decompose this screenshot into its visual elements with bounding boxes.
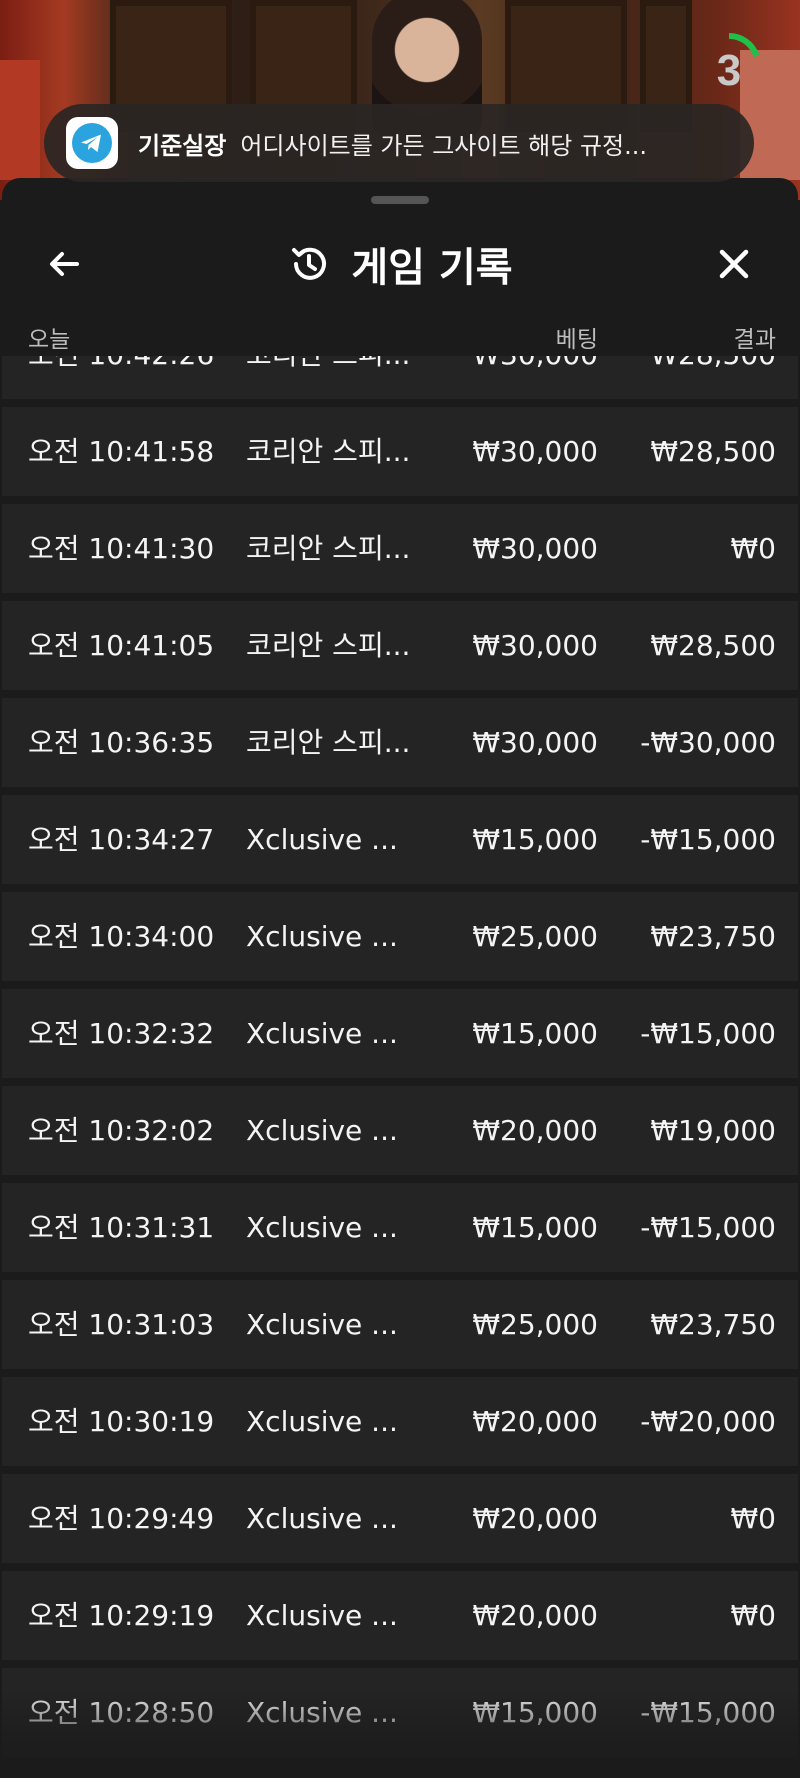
- game-history-sheet: 게임 기록 오전 10:42:26코리안 스피...₩30,000₩28,500…: [2, 178, 798, 1778]
- telegram-icon: [66, 117, 118, 169]
- row-result-amount: ₩23,750: [650, 920, 776, 953]
- row-game-name: 코리안 스피...: [246, 532, 411, 565]
- row-time: 오전 10:41:30: [28, 532, 215, 565]
- row-game-name: 코리안 스피...: [246, 726, 411, 759]
- row-result-amount: ₩28,500: [650, 435, 776, 468]
- row-time: 오전 10:32:02: [28, 1114, 215, 1147]
- title-group: 게임 기록: [2, 234, 798, 294]
- row-time: 오전 10:41:58: [28, 435, 215, 468]
- notification-message: 어디사이트를 가든 그사이트 해당 규정...: [240, 131, 648, 160]
- row-game-name: Xclusive ...: [246, 1599, 398, 1632]
- row-result-amount: -₩15,000: [640, 1017, 776, 1050]
- row-bet-amount: ₩15,000: [472, 1696, 598, 1729]
- row-bet-amount: ₩20,000: [472, 1599, 598, 1632]
- row-result-amount: ₩0: [730, 1502, 777, 1535]
- row-game-name: 코리안 스피...: [246, 435, 411, 468]
- column-bet: 베팅: [555, 327, 598, 353]
- row-bet-amount: ₩15,000: [472, 1017, 598, 1050]
- row-result-amount: -₩15,000: [640, 1211, 776, 1244]
- row-game-name: Xclusive ...: [246, 1211, 398, 1244]
- history-list[interactable]: 오전 10:42:26코리안 스피...₩30,000₩28,500오전 10:…: [2, 320, 798, 1778]
- row-time: 오전 10:28:50: [28, 1696, 215, 1729]
- row-game-name: Xclusive ...: [246, 1502, 398, 1535]
- row-result-amount: ₩19,000: [650, 1114, 776, 1147]
- row-result-amount: ₩28,500: [650, 629, 776, 662]
- notification-sender: 기준실장: [138, 131, 227, 160]
- row-time: 오전 10:32:32: [28, 1017, 215, 1050]
- telegram-notification[interactable]: 기준실장 어디사이트를 가든 그사이트 해당 규정...: [44, 104, 754, 182]
- row-bet-amount: ₩20,000: [472, 1405, 598, 1438]
- table-row[interactable]: 오전 10:32:02 Xclusive ... ₩20,000 ₩19,000: [2, 1086, 798, 1175]
- row-game-name: Xclusive ...: [246, 1696, 398, 1729]
- row-bet-amount: ₩20,000: [472, 1502, 598, 1535]
- row-time: 오전 10:41:05: [28, 629, 215, 662]
- row-result-amount: -₩15,000: [640, 1696, 776, 1729]
- page-title: 게임 기록: [351, 245, 513, 291]
- sheet-header: 게임 기록: [2, 218, 798, 308]
- row-bet-amount: ₩25,000: [472, 1308, 598, 1341]
- row-bet-amount: ₩15,000: [472, 823, 598, 856]
- table-row[interactable]: 오전 10:30:19 Xclusive ... ₩20,000 -₩20,000: [2, 1377, 798, 1466]
- row-bet-amount: ₩25,000: [472, 920, 598, 953]
- row-time: 오전 10:29:49: [28, 1502, 215, 1535]
- table-row[interactable]: 오전 10:31:31 Xclusive ... ₩15,000 -₩15,000: [2, 1183, 798, 1272]
- row-bet-amount: ₩30,000: [472, 435, 598, 468]
- row-result-amount: ₩23,750: [650, 1308, 776, 1341]
- row-game-name: Xclusive ...: [246, 823, 398, 856]
- row-result-amount: -₩15,000: [640, 823, 776, 856]
- timer-value: 3: [716, 46, 742, 95]
- row-bet-amount: ₩30,000: [472, 629, 598, 662]
- row-time: 오전 10:29:19: [28, 1599, 215, 1632]
- table-row[interactable]: 오전 10:34:00 Xclusive ... ₩25,000 ₩23,750: [2, 892, 798, 981]
- row-game-name: Xclusive ...: [246, 1017, 398, 1050]
- row-bet-amount: ₩30,000: [472, 726, 598, 759]
- row-game-name: Xclusive ...: [246, 920, 398, 953]
- row-game-name: Xclusive ...: [246, 1308, 398, 1341]
- row-result-amount: ₩0: [730, 532, 777, 565]
- row-game-name: Xclusive ...: [246, 1114, 398, 1147]
- row-bet-amount: ₩30,000: [472, 532, 598, 565]
- column-header: 오늘 베팅 결과: [2, 316, 798, 356]
- table-row[interactable]: 오전 10:29:49 Xclusive ... ₩20,000 ₩0: [2, 1474, 798, 1563]
- close-icon: [719, 249, 749, 279]
- row-bet-amount: ₩20,000: [472, 1114, 598, 1147]
- table-row[interactable]: 오전 10:32:32 Xclusive ... ₩15,000 -₩15,000: [2, 989, 798, 1078]
- row-game-name: 코리안 스피...: [246, 629, 411, 662]
- row-time: 오전 10:34:27: [28, 823, 215, 856]
- table-row[interactable]: 오전 10:31:03 Xclusive ... ₩25,000 ₩23,750: [2, 1280, 798, 1369]
- table-row[interactable]: 오전 10:41:58 코리안 스피... ₩30,000 ₩28,500: [2, 407, 798, 496]
- drag-handle[interactable]: [371, 196, 429, 204]
- table-row[interactable]: 오전 10:29:19 Xclusive ... ₩20,000 ₩0: [2, 1571, 798, 1660]
- table-row[interactable]: 오전 10:36:35 코리안 스피... ₩30,000 -₩30,000: [2, 698, 798, 787]
- table-row[interactable]: 오전 10:41:30 코리안 스피... ₩30,000 ₩0: [2, 504, 798, 593]
- table-row[interactable]: 오전 10:34:27 Xclusive ... ₩15,000 -₩15,000: [2, 795, 798, 884]
- history-icon: [292, 247, 327, 280]
- row-time: 오전 10:30:19: [28, 1405, 215, 1438]
- decor-left: [0, 60, 40, 180]
- table-row[interactable]: 오전 10:41:05 코리안 스피... ₩30,000 ₩28,500: [2, 601, 798, 690]
- row-time: 오전 10:34:00: [28, 920, 215, 953]
- column-result: 결과: [733, 327, 776, 353]
- row-time: 오전 10:36:35: [28, 726, 215, 759]
- row-bet-amount: ₩15,000: [472, 1211, 598, 1244]
- row-time: 오전 10:31:31: [28, 1211, 215, 1244]
- row-game-name: Xclusive ...: [246, 1405, 398, 1438]
- row-result-amount: -₩30,000: [640, 726, 776, 759]
- table-row[interactable]: 오전 10:28:50 Xclusive ... ₩15,000 -₩15,000: [2, 1668, 798, 1757]
- row-result-amount: -₩20,000: [640, 1405, 776, 1438]
- row-result-amount: ₩0: [730, 1599, 777, 1632]
- close-button[interactable]: [706, 236, 762, 292]
- round-timer: 3: [696, 32, 762, 98]
- row-time: 오전 10:31:03: [28, 1308, 215, 1341]
- column-today: 오늘: [28, 327, 71, 353]
